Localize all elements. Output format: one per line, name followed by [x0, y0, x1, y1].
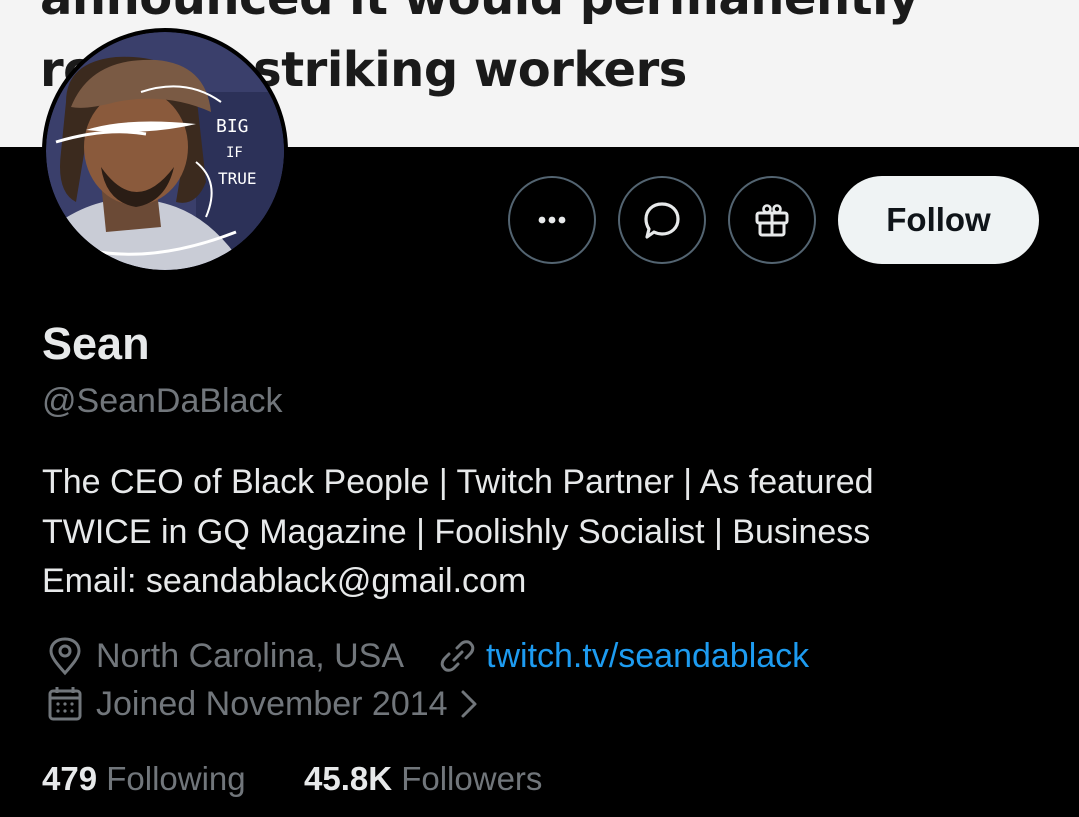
message-button[interactable]	[618, 176, 706, 264]
bio-line: TWICE in GQ Magazine | Foolishly Sociali…	[42, 512, 871, 551]
avatar-illustration: BIG IF TRUE	[46, 32, 284, 270]
profile-location: North Carolina, USA	[96, 636, 405, 675]
follow-button[interactable]: Follow	[838, 176, 1039, 264]
gift-button[interactable]	[728, 176, 816, 264]
profile-handle: @SeanDaBlack	[42, 382, 283, 420]
banner-line-1: announced it would permanently	[40, 0, 919, 26]
chevron-right-icon[interactable]	[458, 687, 480, 721]
following-label: Following	[106, 760, 246, 797]
profile-avatar[interactable]: BIG IF TRUE	[42, 28, 288, 274]
link-icon	[440, 640, 475, 672]
avatar-text-big: BIG	[216, 116, 249, 137]
followers-count: 45.8K	[303, 760, 393, 797]
avatar-text-if: IF	[226, 145, 243, 161]
location-pin-icon	[49, 637, 81, 676]
profile-joined-date: Joined November 2014	[96, 684, 448, 723]
profile-meta-row: North Carolina, USA twitch.tv/seandablac…	[46, 636, 809, 676]
message-bubble-icon	[644, 202, 680, 239]
following-stat[interactable]: 479 Following	[42, 760, 246, 798]
avatar-text-true: TRUE	[218, 169, 257, 188]
profile-name: Sean	[42, 318, 150, 369]
ellipsis-icon	[538, 216, 566, 224]
calendar-icon	[48, 687, 82, 721]
profile-joined-row: Joined November 2014	[46, 684, 480, 724]
followers-label: Followers	[401, 760, 543, 797]
bio-line: The CEO of Black People | Twitch Partner…	[42, 463, 874, 501]
more-button[interactable]	[508, 176, 596, 264]
profile-bio: The CEO of Black People | Twitch Partner…	[42, 458, 1042, 607]
profile-stats: 479 Following 45.8K Followers	[42, 760, 542, 798]
bio-line: Email: seandablack@gmail.com	[42, 562, 527, 600]
following-count: 479	[42, 760, 98, 797]
followers-stat[interactable]: 45.8K Followers	[304, 760, 542, 798]
gift-icon	[755, 204, 789, 237]
profile-website-link[interactable]: twitch.tv/seandablack	[486, 637, 809, 676]
